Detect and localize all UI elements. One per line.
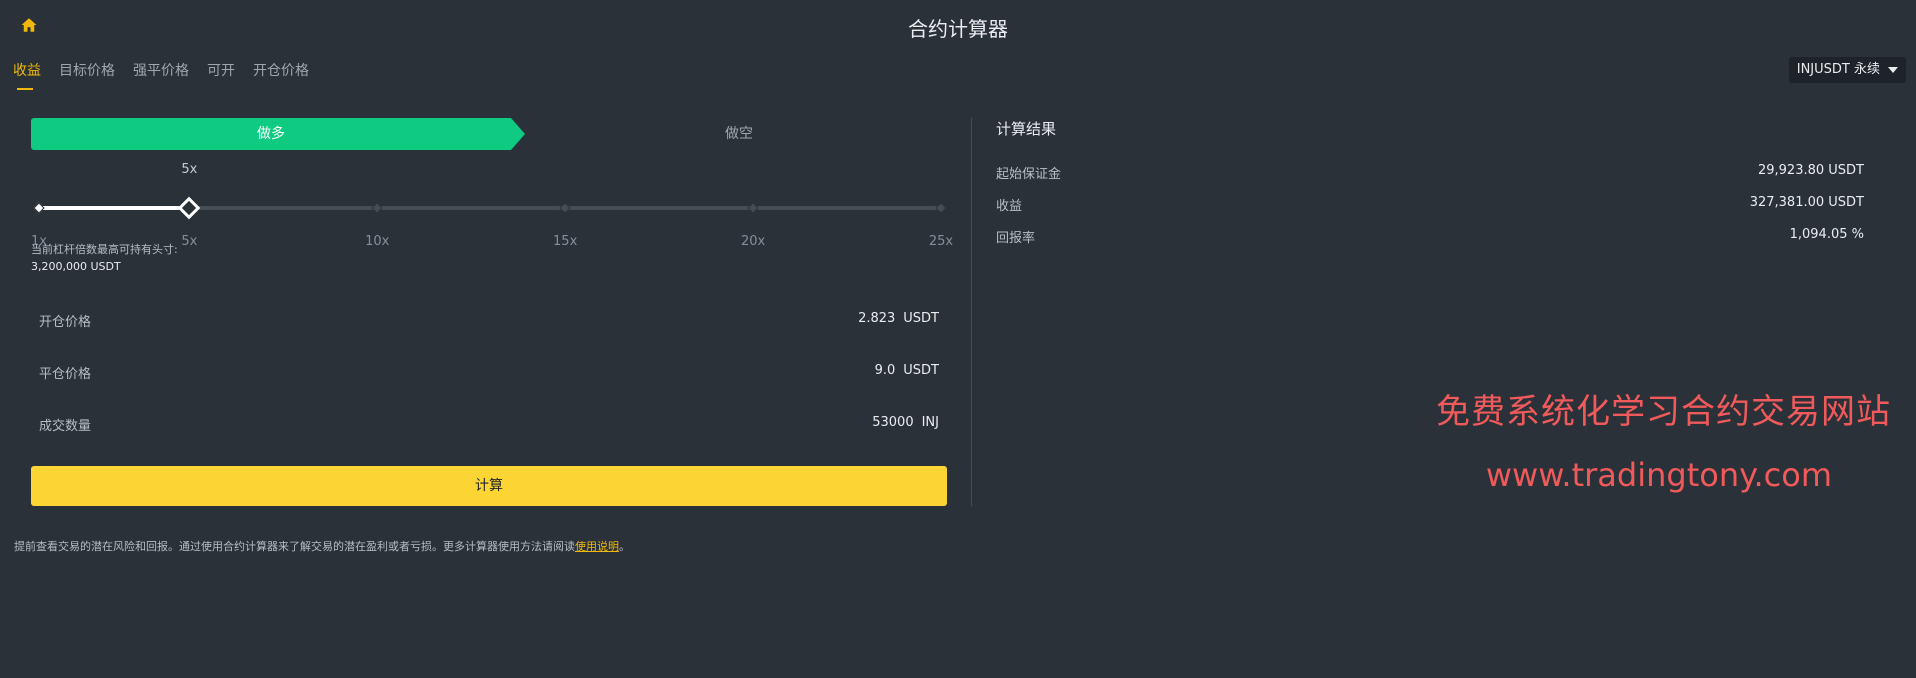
leverage-tick-label: 15x xyxy=(553,234,578,249)
leverage-step-dot[interactable] xyxy=(747,202,759,214)
leverage-slider-thumb[interactable] xyxy=(178,196,201,220)
calculator-tabs: 收益 目标价格 强平价格 可开 开仓价格 xyxy=(13,60,309,90)
tab-profit[interactable]: 收益 xyxy=(13,60,41,90)
exit-price-label: 平仓价格 xyxy=(39,367,92,382)
long-button[interactable]: 做多 xyxy=(31,118,525,150)
result-row-initial-margin: 起始保证金 29,923.80 USDT xyxy=(996,157,1864,189)
tab-open-price[interactable]: 开仓价格 xyxy=(253,60,309,90)
footer-suffix: 。 xyxy=(619,540,630,553)
quantity-field[interactable]: 成交数量 53000 INJ xyxy=(31,402,947,446)
exit-price-unit: USDT xyxy=(903,363,939,378)
result-value: 327,381.00 USDT xyxy=(1749,195,1864,210)
exit-price-field[interactable]: 平仓价格 9.0 USDT xyxy=(31,350,947,394)
leverage-step-dot[interactable] xyxy=(33,202,45,214)
leverage-current-value: 5x xyxy=(181,162,198,177)
leverage-slider: 5x 1x 5x 10x 15x 20x 25x xyxy=(31,162,953,249)
result-value: 29,923.80 USDT xyxy=(1757,163,1864,178)
leverage-step-dot[interactable] xyxy=(559,202,571,214)
quantity-unit: INJ xyxy=(921,415,939,430)
short-button[interactable]: 做空 xyxy=(531,118,947,150)
quantity-label: 成交数量 xyxy=(39,419,92,434)
tab-target-price[interactable]: 目标价格 xyxy=(59,60,115,90)
entry-price-value: 2.823 xyxy=(858,311,896,326)
exit-price-value: 9.0 xyxy=(874,363,896,378)
result-label: 起始保证金 xyxy=(996,167,1062,182)
result-label: 收益 xyxy=(996,199,1023,214)
watermark-text: 免费系统化学习合约交易网站 xyxy=(1436,392,1891,432)
result-label: 回报率 xyxy=(996,231,1036,246)
contract-select[interactable]: INJUSDT 永续 xyxy=(1788,57,1906,83)
caret-down-icon xyxy=(1888,67,1898,73)
leverage-step-dot[interactable] xyxy=(371,202,383,214)
footer-text: 提前查看交易的潜在风险和回报。通过使用合约计算器来了解交易的潜在盈利或者亏损。更… xyxy=(14,540,575,553)
calculate-button[interactable]: 计算 xyxy=(31,466,947,506)
contract-select-value: INJUSDT 永续 xyxy=(1796,62,1880,77)
max-position-label: 当前杠杆倍数最高可持有头寸: xyxy=(31,243,178,256)
entry-price-unit: USDT xyxy=(903,311,939,326)
entry-price-value-group: 2.823 USDT xyxy=(858,311,939,326)
results-panel: 计算结果 起始保证金 29,923.80 USDT 收益 327,381.00 … xyxy=(996,118,1864,253)
tab-max-open[interactable]: 可开 xyxy=(207,60,235,90)
entry-price-label: 开仓价格 xyxy=(39,315,92,330)
max-position-value: 3,200,000 USDT xyxy=(31,260,121,273)
leverage-step-dot[interactable] xyxy=(935,202,947,214)
futures-calculator-page: 合约计算器 收益 目标价格 强平价格 可开 开仓价格 INJUSDT 永续 做多… xyxy=(0,0,1916,678)
usage-guide-link[interactable]: 使用说明 xyxy=(575,540,619,553)
entry-price-field[interactable]: 开仓价格 2.823 USDT xyxy=(31,298,947,342)
watermark-url: www.tradingtony.com xyxy=(1485,456,1832,494)
leverage-tick-label: 20x xyxy=(740,234,766,249)
panel-divider xyxy=(971,118,972,506)
leverage-tick-label: 10x xyxy=(365,234,390,249)
result-row-pnl: 收益 327,381.00 USDT xyxy=(996,189,1864,221)
result-row-roe: 回报率 1,094.05 % xyxy=(996,221,1864,253)
tab-liquidation-price[interactable]: 强平价格 xyxy=(133,60,189,90)
results-title: 计算结果 xyxy=(996,120,1057,138)
page-title: 合约计算器 xyxy=(908,17,1008,41)
leverage-slider-fill xyxy=(39,206,190,210)
footer-note: 提前查看交易的潜在风险和回报。通过使用合约计算器来了解交易的潜在盈利或者亏损。更… xyxy=(14,538,630,554)
quantity-value: 53000 xyxy=(872,415,914,430)
quantity-value-group: 53000 INJ xyxy=(872,415,939,430)
leverage-tick-label: 5x xyxy=(181,234,198,249)
leverage-tick-label: 25x xyxy=(928,234,954,249)
calculator-form: 做多 做空 5x 1x 5x 10x 15x 20x 25x xyxy=(31,118,953,249)
result-value: 1,094.05 % xyxy=(1789,227,1864,242)
exit-price-value-group: 9.0 USDT xyxy=(875,363,939,378)
side-toggle: 做多 做空 xyxy=(31,118,947,150)
